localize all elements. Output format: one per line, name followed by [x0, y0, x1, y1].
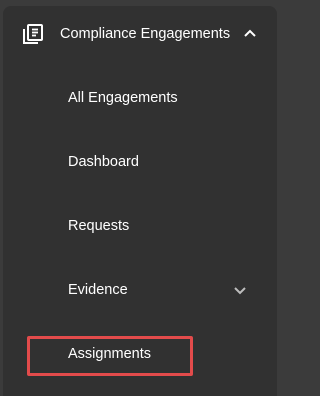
nav-item-requests[interactable]: Requests	[3, 204, 277, 248]
nav-item-label: Assignments	[68, 346, 152, 362]
sidebar-background: Compliance Engagements All Engagements D…	[0, 0, 285, 396]
nav-item-dashboard[interactable]: Dashboard	[3, 140, 277, 184]
nav-item-assignments[interactable]: Assignments	[3, 332, 277, 376]
nav-panel: Compliance Engagements All Engagements D…	[3, 6, 277, 396]
chevron-up-icon[interactable]	[242, 26, 258, 40]
nav-item-label: All Engagements	[68, 90, 178, 106]
nav-item-label: Requests	[68, 218, 130, 234]
nav-item-label: Dashboard	[68, 154, 139, 170]
engagements-icon	[22, 24, 44, 44]
compliance-engagements-header[interactable]: Compliance Engagements	[3, 6, 277, 62]
nav-item-label: Evidence	[68, 282, 128, 298]
nav-item-all-engagements[interactable]: All Engagements	[3, 76, 277, 120]
section-title: Compliance Engagements	[60, 26, 231, 42]
nav-item-evidence[interactable]: Evidence	[3, 268, 277, 312]
chevron-down-icon[interactable]	[232, 283, 248, 297]
